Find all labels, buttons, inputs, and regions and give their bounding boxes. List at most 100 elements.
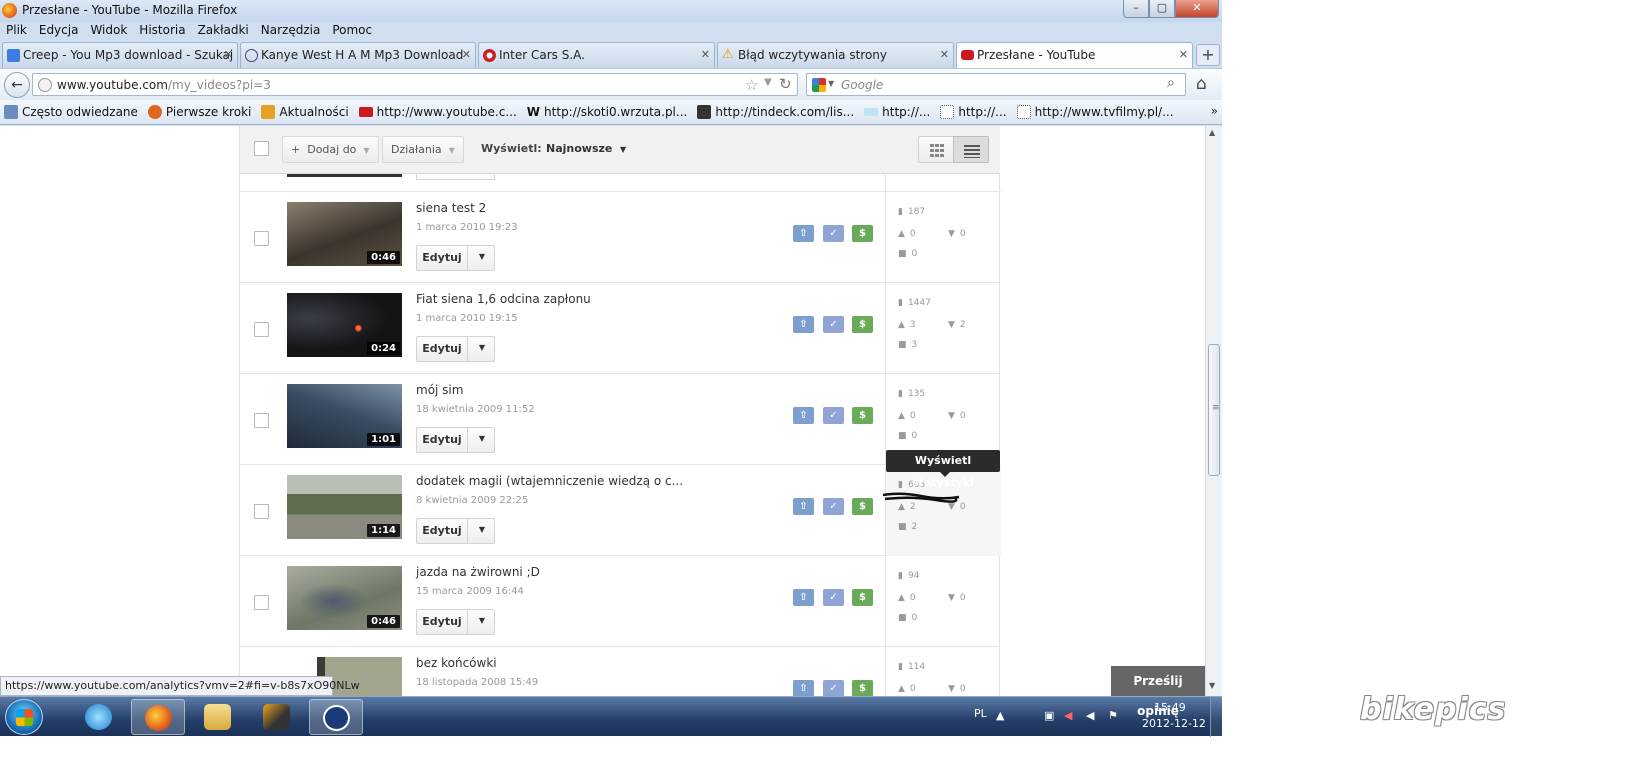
public-upload-icon[interactable]: ⇧ [793, 407, 814, 424]
page-scrollbar[interactable]: ▲ ≡ ▼ [1205, 126, 1222, 696]
views-stat[interactable]: ▮ 1447 [898, 298, 931, 308]
menu-edit[interactable]: Edycja [39, 23, 79, 37]
bookmarks-overflow-icon[interactable]: » [1211, 104, 1218, 118]
engine-dropdown-icon[interactable]: ▼ [828, 79, 834, 88]
show-desktop-button[interactable] [1210, 697, 1222, 737]
reload-icon[interactable]: ↻ [779, 75, 792, 93]
bookmark-item[interactable]: http://tindeck.com/lis... [697, 105, 854, 119]
taskbar-internet-explorer[interactable] [72, 699, 126, 735]
sort-select[interactable]: Najnowsze ▼ [546, 142, 626, 155]
tab-inter-cars[interactable]: Inter Cars S.A. ✕ [478, 42, 715, 68]
menu-history[interactable]: Historia [139, 23, 185, 37]
bookmark-item[interactable]: http://... [940, 105, 1007, 119]
row-checkbox[interactable] [254, 322, 269, 337]
menu-help[interactable]: Pomoc [332, 23, 372, 37]
public-upload-icon[interactable]: ⇧ [793, 589, 814, 606]
edit-button[interactable] [416, 174, 495, 180]
edit-button[interactable]: Edytuj ▼ [416, 518, 495, 544]
back-button[interactable]: ← [4, 72, 30, 98]
taskbar-firefox[interactable] [131, 699, 185, 735]
video-title[interactable]: mój sim [416, 383, 463, 397]
taskbar-explorer[interactable] [191, 699, 245, 735]
checkmark-icon[interactable]: ✓ [823, 225, 844, 242]
taskbar-player[interactable] [309, 699, 363, 735]
menu-view[interactable]: Widok [90, 23, 127, 37]
bookmark-item[interactable]: Whttp://skoti0.wrzuta.pl... [527, 105, 688, 119]
video-thumbnail[interactable]: 0:46 [287, 566, 402, 630]
bookmark-item[interactable]: http://... [864, 105, 930, 119]
search-icon[interactable]: ⌕ [1167, 75, 1175, 91]
list-view-button[interactable] [953, 136, 989, 163]
views-stat[interactable]: ▮ 94 [898, 571, 919, 581]
network-icon[interactable]: ▣ [1044, 710, 1057, 722]
checkmark-icon[interactable]: ✓ [823, 407, 844, 424]
menu-file[interactable]: Plik [6, 23, 27, 37]
views-stat[interactable]: ▮ 135 [898, 389, 925, 399]
video-thumbnail[interactable]: 1:01 [287, 384, 402, 448]
video-title[interactable]: jazda na żwirowni ;D [416, 565, 540, 579]
row-checkbox[interactable] [254, 231, 269, 246]
row-checkbox[interactable] [254, 595, 269, 610]
close-tab-icon[interactable]: ✕ [1179, 48, 1188, 61]
url-text[interactable]: www.youtube.com/my_videos?pi=3 [57, 78, 271, 92]
language-indicator[interactable]: PL [974, 707, 987, 720]
menu-bookmarks[interactable]: Zakładki [198, 23, 249, 37]
bookmark-item[interactable]: Pierwsze kroki [147, 105, 251, 119]
edit-dropdown-icon[interactable]: ▼ [469, 610, 495, 634]
tab-mp3-download[interactable]: Kanye West H A M Mp3 Download ✕ [240, 42, 476, 68]
edit-button[interactable]: Edytuj ▼ [416, 336, 495, 362]
monetization-icon[interactable]: $ [852, 225, 873, 242]
select-all-checkbox[interactable] [254, 141, 269, 156]
add-to-button[interactable]: + Dodaj do ▼ [282, 136, 379, 163]
minimize-button[interactable]: – [1123, 0, 1149, 18]
scroll-down-icon[interactable]: ▼ [1209, 681, 1215, 690]
bookmark-item[interactable]: Często odwiedzane [4, 105, 138, 119]
maximize-button[interactable]: ▢ [1149, 0, 1175, 18]
show-hidden-icons-icon[interactable]: ▲ [996, 710, 1009, 722]
bookmark-item[interactable]: Aktualności [261, 105, 349, 119]
search-engine-icon[interactable] [812, 78, 826, 92]
volume-icon[interactable]: ◀ [1086, 710, 1099, 722]
public-upload-icon[interactable]: ⇧ [793, 498, 814, 515]
public-upload-icon[interactable]: ⇧ [793, 316, 814, 333]
video-thumbnail[interactable]: 0:46 [287, 202, 402, 266]
checkmark-icon[interactable]: ✓ [823, 589, 844, 606]
url-bar[interactable]: www.youtube.com/my_videos?pi=3 ☆ ▼ ↻ [32, 73, 798, 96]
checkmark-icon[interactable]: ✓ [823, 680, 844, 696]
public-upload-icon[interactable]: ⇧ [793, 225, 814, 242]
checkmark-icon[interactable]: ✓ [823, 498, 844, 515]
video-title[interactable]: bez końcówki [416, 656, 497, 670]
grid-view-button[interactable] [918, 136, 954, 163]
bookmark-item[interactable]: http://www.youtube.c... [358, 105, 517, 119]
actions-button[interactable]: Działania ▼ [382, 136, 464, 163]
edit-button[interactable]: Edytuj ▼ [416, 609, 495, 635]
video-thumbnail[interactable]: 1:14 [287, 475, 402, 539]
edit-dropdown-icon[interactable]: ▼ [469, 519, 495, 543]
monetization-icon[interactable]: $ [852, 498, 873, 515]
tab-google-search[interactable]: Creep - You Mp3 download - Szukaj ... ✕ [2, 42, 238, 68]
taskbar-winamp[interactable] [250, 699, 304, 735]
scroll-up-icon[interactable]: ▲ [1209, 128, 1215, 137]
tab-youtube-uploads[interactable]: Przesłane - YouTube ✕ [956, 42, 1193, 68]
edit-button[interactable]: Edytuj ▼ [416, 427, 495, 453]
start-button[interactable] [5, 699, 43, 735]
edit-dropdown-icon[interactable]: ▼ [469, 246, 495, 270]
checkmark-icon[interactable]: ✓ [823, 316, 844, 333]
bookmark-star-icon[interactable]: ☆ [745, 76, 758, 94]
menu-tools[interactable]: Narzędzia [261, 23, 321, 37]
video-title[interactable]: Fiat siena 1,6 odcina zapłonu [416, 292, 591, 306]
views-stat[interactable]: ▮ 114 [898, 662, 925, 672]
edit-dropdown-icon[interactable]: ▼ [469, 428, 495, 452]
close-tab-icon[interactable]: ✕ [940, 48, 949, 61]
video-title[interactable]: siena test 2 [416, 201, 486, 215]
close-tab-icon[interactable]: ✕ [224, 48, 233, 61]
flag-icon[interactable]: ⚑ [1108, 710, 1121, 722]
home-icon[interactable]: ⌂ [1196, 74, 1207, 94]
tab-load-error[interactable]: ⚠ Błąd wczytywania strony ✕ [717, 42, 954, 68]
row-checkbox[interactable] [254, 413, 269, 428]
row-checkbox[interactable] [254, 504, 269, 519]
speaker-icon[interactable]: ◀ [1064, 710, 1077, 722]
video-thumbnail[interactable]: 0:24 [287, 293, 402, 357]
monetization-icon[interactable]: $ [852, 589, 873, 606]
history-dropdown-icon[interactable]: ▼ [764, 77, 772, 88]
